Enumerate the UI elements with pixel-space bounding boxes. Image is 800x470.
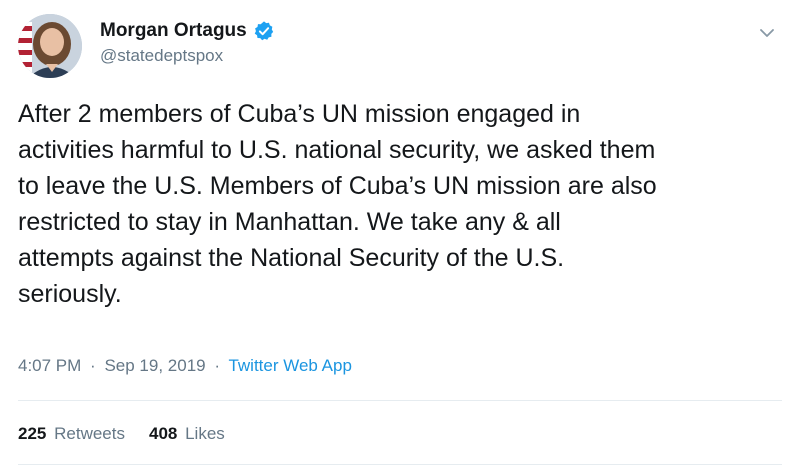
user-handle[interactable]: @statedeptspox [100,46,275,66]
retweets-label: Retweets [54,424,125,443]
retweets-count: 225 [18,424,47,443]
name-row: Morgan Ortagus [100,20,275,42]
tweet-time[interactable]: 4:07 PM [18,356,81,375]
tweet-text-line: restricted to stay in Manhattan. We take… [18,208,561,236]
avatar[interactable] [18,14,82,78]
tweet-text-line: activities harmful to U.S. national secu… [18,136,656,164]
likes-count: 408 [148,424,178,443]
tweet-text-line: to leave the U.S. Members of Cuba’s UN m… [18,172,657,200]
user-info: Morgan Ortagus @statedeptspox [100,20,275,66]
tweet-text: After 2 members of Cuba’s UN mission eng… [18,96,788,312]
meta-separator: · [214,356,221,375]
tweet-text-line: After 2 members of Cuba’s UN mission eng… [18,100,581,128]
chevron-down-icon[interactable] [758,24,776,42]
tweet-meta: 4:07 PM · Sep 19, 2019 · Twitter Web App [18,356,352,376]
verified-badge-icon [253,20,275,42]
display-name[interactable]: Morgan Ortagus [100,20,247,42]
meta-separator: · [90,356,96,375]
tweet-text-line: attempts against the National Security o… [18,244,565,272]
tweet-text-line: seriously. [18,280,122,308]
divider [18,400,782,401]
divider [18,464,782,465]
tweet-card: Morgan Ortagus @statedeptspox After 2 me… [0,0,800,470]
tweet-source-link[interactable]: Twitter Web App [228,356,351,375]
tweet-stats: 225 Retweets 408 Likes [18,424,249,444]
retweets-stat[interactable]: 225 Retweets [18,424,125,444]
tweet-header: Morgan Ortagus @statedeptspox [18,14,782,78]
tweet-date[interactable]: Sep 19, 2019 [104,356,205,375]
likes-stat[interactable]: 408 Likes [149,424,225,444]
likes-label: Likes [185,424,225,443]
